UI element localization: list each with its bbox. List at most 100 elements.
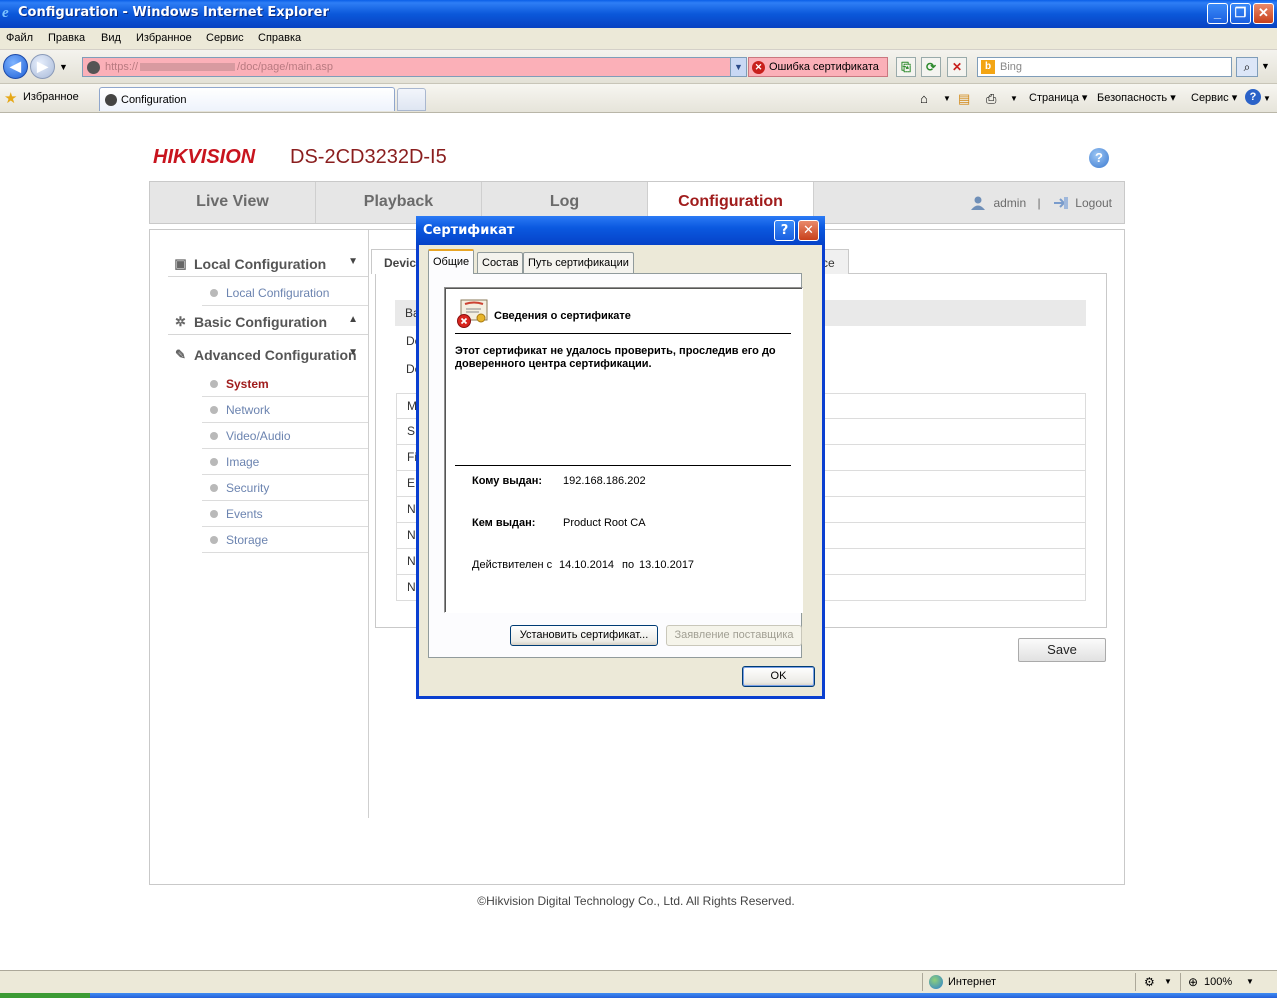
zoom-dropdown-icon[interactable]: ▼ bbox=[1246, 977, 1254, 986]
home-icon[interactable]: ⌂ bbox=[920, 91, 928, 106]
dialog-help-button[interactable]: ? bbox=[774, 220, 795, 241]
menu-tools[interactable]: Сервис bbox=[206, 32, 244, 44]
user-icon bbox=[970, 196, 986, 210]
sidebar-item-storage[interactable]: Storage bbox=[202, 527, 368, 553]
menu-bar: Файл Правка Вид Избранное Сервис Справка bbox=[0, 28, 1277, 50]
start-button[interactable] bbox=[0, 993, 90, 998]
issued-by-value: Product Root CA bbox=[563, 517, 646, 529]
sidebar-section-local[interactable]: ▣ Local Configuration ▼ bbox=[168, 251, 368, 277]
sidebar-item-video-audio[interactable]: Video/Audio bbox=[202, 423, 368, 449]
windows-taskbar bbox=[0, 993, 1277, 998]
favorites-star-icon[interactable]: ★ bbox=[4, 89, 17, 107]
print-dropdown-icon[interactable]: ▼ bbox=[1010, 94, 1018, 103]
search-options-icon[interactable]: ▼ bbox=[1261, 61, 1270, 71]
sidebar-item-system[interactable]: System bbox=[202, 371, 368, 397]
certificate-warning-message: Этот сертификат не удалось проверить, пр… bbox=[455, 345, 776, 370]
valid-from-value: 14.10.2014 bbox=[559, 559, 615, 571]
minimize-button[interactable]: _ bbox=[1207, 3, 1228, 24]
history-dropdown-icon[interactable]: ▼ bbox=[59, 62, 68, 72]
install-certificate-button[interactable]: Установить сертификат... bbox=[510, 625, 658, 646]
sidebar-item-security[interactable]: Security bbox=[202, 475, 368, 501]
zoom-icon[interactable]: ⊕ bbox=[1188, 975, 1198, 989]
address-field[interactable]: https:///doc/page/main.asp ▼ bbox=[82, 57, 747, 77]
divider bbox=[1180, 973, 1181, 991]
print-icon[interactable]: ⎙ bbox=[986, 91, 996, 107]
menu-help[interactable]: Справка bbox=[258, 32, 301, 44]
config-sidebar: ▣ Local Configuration ▼ Local Configurat… bbox=[150, 230, 369, 818]
home-dropdown-icon[interactable]: ▼ bbox=[943, 94, 951, 103]
search-icon[interactable]: ⌕ bbox=[1236, 57, 1258, 77]
help-dropdown-icon[interactable]: ▼ bbox=[1263, 94, 1271, 103]
sidebar-item-label: Video/Audio bbox=[226, 429, 291, 443]
chevron-down-icon: ▼ bbox=[348, 347, 358, 358]
menu-favorites[interactable]: Избранное bbox=[136, 32, 192, 44]
bullet-icon bbox=[210, 536, 218, 544]
sidebar-item-label: System bbox=[226, 377, 269, 391]
close-button[interactable]: ✕ bbox=[1253, 3, 1274, 24]
issued-to-label: Кому выдан: bbox=[472, 475, 543, 487]
logout-link[interactable]: Logout bbox=[1075, 196, 1112, 210]
sidebar-item-local-configuration[interactable]: Local Configuration bbox=[202, 280, 368, 306]
device-model: DS-2CD3232D-I5 bbox=[290, 146, 447, 168]
certificate-error-icon bbox=[457, 298, 489, 328]
forward-button[interactable]: ▶ bbox=[30, 54, 55, 79]
certificate-dialog: Сертификат ? ✕ Общие Состав Путь сертифи… bbox=[416, 216, 825, 699]
page-help-icon[interactable]: ? bbox=[1089, 148, 1109, 168]
menu-edit[interactable]: Правка bbox=[48, 32, 85, 44]
save-button[interactable]: Save bbox=[1018, 638, 1106, 662]
certificate-info-box: Сведения о сертификате Этот сертификат н… bbox=[444, 287, 803, 613]
dialog-close-button[interactable]: ✕ bbox=[798, 220, 819, 241]
ok-button[interactable]: OK bbox=[742, 666, 815, 687]
sidebar-item-image[interactable]: Image bbox=[202, 449, 368, 475]
refresh-icon[interactable]: ⟳ bbox=[921, 57, 941, 77]
zoom-level[interactable]: 100% bbox=[1204, 976, 1232, 988]
new-tab-button[interactable] bbox=[397, 88, 426, 111]
valid-from-label: Действителен с bbox=[472, 559, 553, 571]
divider bbox=[1135, 973, 1136, 991]
tools-menu[interactable]: Сервис ▾ bbox=[1191, 91, 1237, 104]
compatibility-icon[interactable]: ⎘ bbox=[896, 57, 916, 77]
nav-live-view[interactable]: Live View bbox=[150, 182, 316, 223]
status-bar: Интернет ⚙ ▼ ⊕ 100% ▼ bbox=[0, 970, 1277, 993]
protected-mode-dropdown-icon[interactable]: ▼ bbox=[1164, 977, 1172, 986]
menu-view[interactable]: Вид bbox=[101, 32, 121, 44]
tab-details[interactable]: Состав bbox=[477, 252, 524, 273]
bullet-icon bbox=[210, 432, 218, 440]
username: admin bbox=[993, 195, 1027, 210]
internet-zone-icon bbox=[929, 975, 943, 989]
maximize-button[interactable]: ❐ bbox=[1230, 3, 1251, 24]
sidebar-section-basic[interactable]: ✲ Basic Configuration ▲ bbox=[168, 309, 368, 335]
search-input[interactable]: b Bing bbox=[977, 57, 1232, 77]
sidebar-section-advanced[interactable]: ✎ Advanced Configuration ▼ bbox=[168, 342, 368, 368]
protected-mode-icon[interactable]: ⚙ bbox=[1144, 975, 1155, 989]
address-dropdown-icon[interactable]: ▼ bbox=[730, 58, 746, 76]
stop-icon[interactable]: ✕ bbox=[947, 57, 967, 77]
hikvision-logo: HIKVISION bbox=[153, 146, 256, 168]
menu-file[interactable]: Файл bbox=[6, 32, 33, 44]
feeds-icon[interactable]: ▤ bbox=[958, 91, 970, 107]
sidebar-item-label: Image bbox=[226, 455, 260, 469]
security-zone-label: Интернет bbox=[948, 976, 996, 988]
logout-icon[interactable] bbox=[1052, 196, 1068, 210]
page-menu[interactable]: Страница ▾ bbox=[1029, 91, 1087, 104]
search-placeholder: Bing bbox=[1000, 61, 1023, 73]
certificate-error-button[interactable]: ✕ Ошибка сертификата bbox=[748, 57, 888, 77]
address-toolbar: ◀ ▶ ▼ https:///doc/page/main.asp ▼ ✕ Оши… bbox=[0, 50, 1277, 84]
bing-icon: b bbox=[981, 60, 995, 74]
safety-menu[interactable]: Безопасность ▾ bbox=[1097, 91, 1176, 104]
sidebar-section-label: Advanced Configuration bbox=[194, 347, 357, 363]
favorites-button[interactable]: Избранное bbox=[23, 91, 79, 103]
bullet-icon bbox=[210, 289, 218, 297]
certificate-info-heading: Сведения о сертификате bbox=[494, 310, 631, 322]
back-button[interactable]: ◀ bbox=[3, 54, 28, 79]
browser-tab-configuration[interactable]: Configuration bbox=[99, 87, 395, 111]
sidebar-section-label: Basic Configuration bbox=[194, 314, 328, 330]
tab-certification-path[interactable]: Путь сертификации bbox=[523, 252, 634, 273]
help-icon[interactable]: ? bbox=[1245, 89, 1261, 105]
tab-title: Configuration bbox=[121, 94, 187, 106]
tab-general[interactable]: Общие bbox=[428, 249, 475, 274]
sidebar-item-events[interactable]: Events bbox=[202, 501, 368, 527]
wrench-icon: ✎ bbox=[175, 347, 186, 362]
sidebar-item-network[interactable]: Network bbox=[202, 397, 368, 423]
copyright-text: ©Hikvision Digital Technology Co., Ltd. … bbox=[477, 894, 795, 908]
